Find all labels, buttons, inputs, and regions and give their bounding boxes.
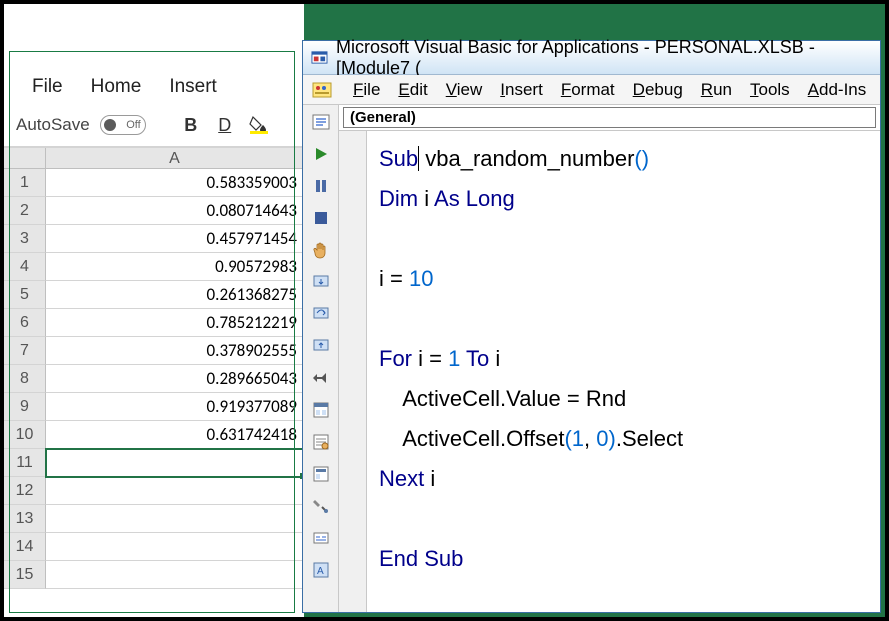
select-all-corner[interactable] [4, 148, 46, 168]
cell-a15[interactable] [46, 561, 304, 589]
run-icon[interactable] [308, 141, 334, 167]
menu-view[interactable]: View [446, 80, 483, 100]
row-header[interactable]: 1 [4, 169, 46, 197]
menu-run[interactable]: Run [701, 80, 732, 100]
menu-tools[interactable]: Tools [750, 80, 790, 100]
menu-debug[interactable]: Debug [633, 80, 683, 100]
breakpoint-nav-icon[interactable] [308, 365, 334, 391]
row-header[interactable]: 13 [4, 505, 46, 533]
fill-color-button[interactable] [246, 112, 272, 138]
row-header[interactable]: 7 [4, 337, 46, 365]
cell-a5[interactable]: 0.261368275 [46, 281, 304, 309]
row-header[interactable]: 8 [4, 365, 46, 393]
ribbon-tab-home[interactable]: Home [91, 76, 142, 98]
locals-icon[interactable]: A [308, 557, 334, 583]
cell-a8[interactable]: 0.289665043 [46, 365, 304, 393]
pause-icon[interactable] [308, 173, 334, 199]
menu-file[interactable]: File [353, 80, 380, 100]
row-header[interactable]: 5 [4, 281, 46, 309]
project-explorer-icon[interactable] [308, 397, 334, 423]
row-header[interactable]: 9 [4, 393, 46, 421]
row-header[interactable]: 14 [4, 533, 46, 561]
spreadsheet-grid: 10.58335900320.08071464330.45797145440.9… [4, 169, 304, 617]
excel-tabs: File Home Insert [4, 50, 304, 106]
object-combo[interactable]: (General) [343, 107, 876, 128]
autosave-toggle[interactable]: Off [100, 115, 146, 135]
code-editor[interactable]: Sub vba_random_number()Dim i As Long i =… [367, 131, 880, 612]
hand-icon[interactable] [308, 237, 334, 263]
cell-a13[interactable] [46, 505, 304, 533]
step-into-icon[interactable] [308, 269, 334, 295]
vbe-toolstrip: A [303, 105, 339, 612]
menu-edit[interactable]: Edit [398, 80, 427, 100]
cell-a2[interactable]: 0.080714643 [46, 197, 304, 225]
cell-a7[interactable]: 0.378902555 [46, 337, 304, 365]
properties-icon[interactable] [308, 429, 334, 455]
row-header[interactable]: 12 [4, 477, 46, 505]
underline-button[interactable]: D [212, 112, 238, 138]
cell-a9[interactable]: 0.919377089 [46, 393, 304, 421]
cell-a3[interactable]: 0.457971454 [46, 225, 304, 253]
cell-a1[interactable]: 0.583359003 [46, 169, 304, 197]
menu-add-ins[interactable]: Add-Ins [808, 80, 867, 100]
stop-icon[interactable] [308, 205, 334, 231]
cell-a11[interactable] [46, 449, 304, 477]
vbe-menubar: File Edit View Insert Format Debug Run Tools Add… [303, 75, 880, 105]
column-header-a[interactable]: A [46, 148, 304, 168]
menu-format[interactable]: Format [561, 80, 615, 100]
cell-a10[interactable]: 0.631742418 [46, 421, 304, 449]
row-header[interactable]: 15 [4, 561, 46, 589]
excel-toolbar: AutoSave Off B D [4, 106, 304, 147]
ribbon-tab-insert[interactable]: Insert [169, 76, 217, 98]
vbe-window: Microsoft Visual Basic for Applications … [302, 40, 881, 613]
step-out-icon[interactable] [308, 333, 334, 359]
row-header[interactable]: 11 [4, 449, 46, 477]
watch-icon[interactable] [308, 525, 334, 551]
ribbon-tab-file[interactable]: File [32, 76, 63, 98]
excel-pane: File Home Insert AutoSave Off B D A 10.583… [4, 4, 304, 617]
vbe-titlebar[interactable]: Microsoft Visual Basic for Applications … [303, 41, 880, 75]
object-browser-icon[interactable] [308, 461, 334, 487]
vbe-module-icon [311, 79, 333, 101]
code-gutter [339, 131, 367, 612]
row-header[interactable]: 2 [4, 197, 46, 225]
cell-a14[interactable] [46, 533, 304, 561]
row-header[interactable]: 10 [4, 421, 46, 449]
svg-text:A: A [317, 566, 324, 577]
step-over-icon[interactable] [308, 301, 334, 327]
cell-a12[interactable] [46, 477, 304, 505]
toolbox-icon[interactable] [308, 493, 334, 519]
bold-button[interactable]: B [178, 112, 204, 138]
row-header[interactable]: 3 [4, 225, 46, 253]
autosave-label: AutoSave [16, 115, 90, 135]
vbe-title-text: Microsoft Visual Basic for Applications … [336, 37, 872, 79]
vbe-app-icon [311, 49, 328, 67]
view-code-icon[interactable] [308, 109, 334, 135]
cell-a6[interactable]: 0.785212219 [46, 309, 304, 337]
row-header[interactable]: 4 [4, 253, 46, 281]
paint-bucket-icon [249, 115, 269, 135]
menu-insert[interactable]: Insert [500, 80, 543, 100]
row-header[interactable]: 6 [4, 309, 46, 337]
cell-a4[interactable]: 0.90572983 [46, 253, 304, 281]
